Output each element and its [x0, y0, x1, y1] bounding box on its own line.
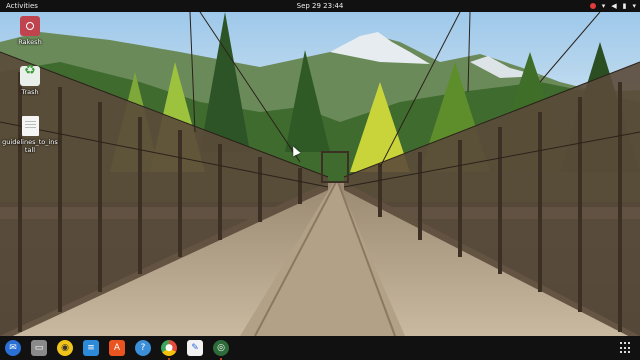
text-file-icon: [21, 116, 39, 136]
desktop-icon-home[interactable]: Rakesh: [2, 16, 58, 46]
desktop-icon-label: guidelines_to_install: [2, 138, 58, 154]
desktop-wallpaper: [0, 12, 640, 336]
dock-chrome-icon[interactable]: ●: [161, 340, 177, 360]
show-applications-grid-icon[interactable]: [620, 342, 632, 354]
dock-rhythmbox-icon[interactable]: ◉: [57, 340, 73, 356]
desktop-icon-label: Rakesh: [18, 38, 42, 46]
network-icon[interactable]: ▾: [602, 0, 606, 12]
activities-button[interactable]: Activities: [6, 0, 38, 12]
dock-files-icon[interactable]: ▭: [31, 340, 47, 356]
dock: ✉ ▭ ◉ ≡ A ? ● ✎ ◎: [0, 336, 640, 360]
dock-apps: ✉ ▭ ◉ ≡ A ? ● ✎ ◎: [0, 340, 234, 360]
dock-screenshot-tool-icon[interactable]: ◎: [213, 340, 229, 360]
dock-text-editor-icon[interactable]: ✎: [187, 340, 203, 356]
volume-icon[interactable]: ◀: [611, 0, 616, 12]
battery-icon[interactable]: ▮: [623, 0, 627, 12]
dock-software-center-icon[interactable]: A: [109, 340, 125, 356]
trash-icon: [20, 66, 40, 86]
home-folder-icon: [20, 16, 40, 36]
desktop-icon-guidelines-file[interactable]: guidelines_to_install: [2, 116, 58, 154]
clock[interactable]: Sep 29 23:44: [297, 0, 344, 12]
top-bar: Activities Sep 29 23:44 ▾ ◀ ▮ ▾: [0, 0, 640, 12]
system-tray[interactable]: ▾ ◀ ▮ ▾: [589, 0, 636, 12]
dock-libreoffice-writer-icon[interactable]: ≡: [83, 340, 99, 356]
system-menu-chevron-icon[interactable]: ▾: [632, 0, 636, 12]
desktop-icon-trash[interactable]: Trash: [2, 66, 58, 96]
dock-thunderbird-icon[interactable]: ✉: [5, 340, 21, 356]
dock-help-icon[interactable]: ?: [135, 340, 151, 356]
recording-indicator-icon[interactable]: [589, 3, 596, 9]
desktop-icon-label: Trash: [21, 88, 39, 96]
